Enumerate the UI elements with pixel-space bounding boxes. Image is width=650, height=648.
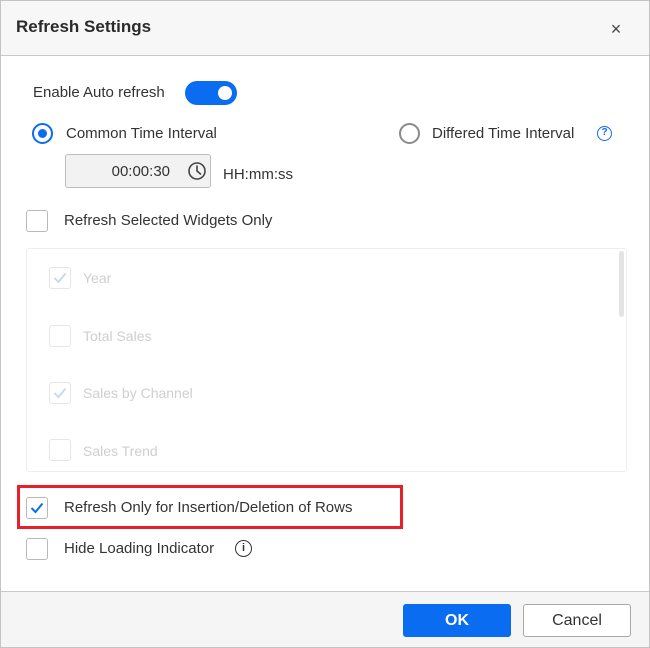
widget-checkbox-year (49, 267, 71, 289)
close-icon[interactable]: × (605, 18, 627, 40)
time-format-label: HH:mm:ss (223, 166, 293, 183)
check-icon (30, 502, 44, 514)
hide-loading-label[interactable]: Hide Loading Indicator (64, 540, 214, 557)
clock-icon[interactable] (187, 161, 207, 181)
dialog-header: Refresh Settings × (1, 1, 649, 56)
help-icon[interactable]: ? (597, 126, 612, 141)
insertion-deletion-label[interactable]: Refresh Only for Insertion/Deletion of R… (64, 499, 352, 516)
refresh-settings-dialog: Refresh Settings × Enable Auto refresh C… (0, 0, 650, 648)
common-interval-radio[interactable] (32, 123, 53, 144)
info-icon[interactable]: i (235, 540, 252, 557)
widget-label: Sales by Channel (83, 385, 193, 401)
dialog-title: Refresh Settings (16, 17, 152, 36)
check-icon (53, 272, 67, 284)
widget-checkbox-total-sales (49, 325, 71, 347)
widget-label: Sales Trend (83, 443, 158, 459)
widgets-list: Year Total Sales Sales by Channel Sales … (26, 248, 627, 472)
selected-widgets-checkbox[interactable] (26, 210, 48, 232)
widgets-list-scrollbar[interactable] (619, 251, 624, 317)
widget-checkbox-sales-by-channel (49, 382, 71, 404)
auto-refresh-label: Enable Auto refresh (33, 84, 165, 101)
selected-widgets-label[interactable]: Refresh Selected Widgets Only (64, 212, 272, 229)
widget-checkbox-sales-trend (49, 439, 71, 461)
toggle-knob (218, 86, 232, 100)
insertion-deletion-checkbox[interactable] (26, 497, 48, 519)
differed-interval-radio[interactable] (399, 123, 420, 144)
widget-label: Year (83, 270, 112, 286)
check-icon (53, 387, 67, 399)
ok-button[interactable]: OK (403, 604, 511, 637)
differed-interval-label[interactable]: Differed Time Interval (432, 125, 574, 142)
common-interval-label[interactable]: Common Time Interval (66, 125, 217, 142)
hide-loading-checkbox[interactable] (26, 538, 48, 560)
auto-refresh-toggle[interactable] (185, 81, 237, 105)
widget-label: Total Sales (83, 328, 152, 344)
time-interval-field[interactable] (65, 154, 211, 188)
cancel-button[interactable]: Cancel (523, 604, 631, 637)
time-interval-input[interactable] (66, 155, 184, 187)
